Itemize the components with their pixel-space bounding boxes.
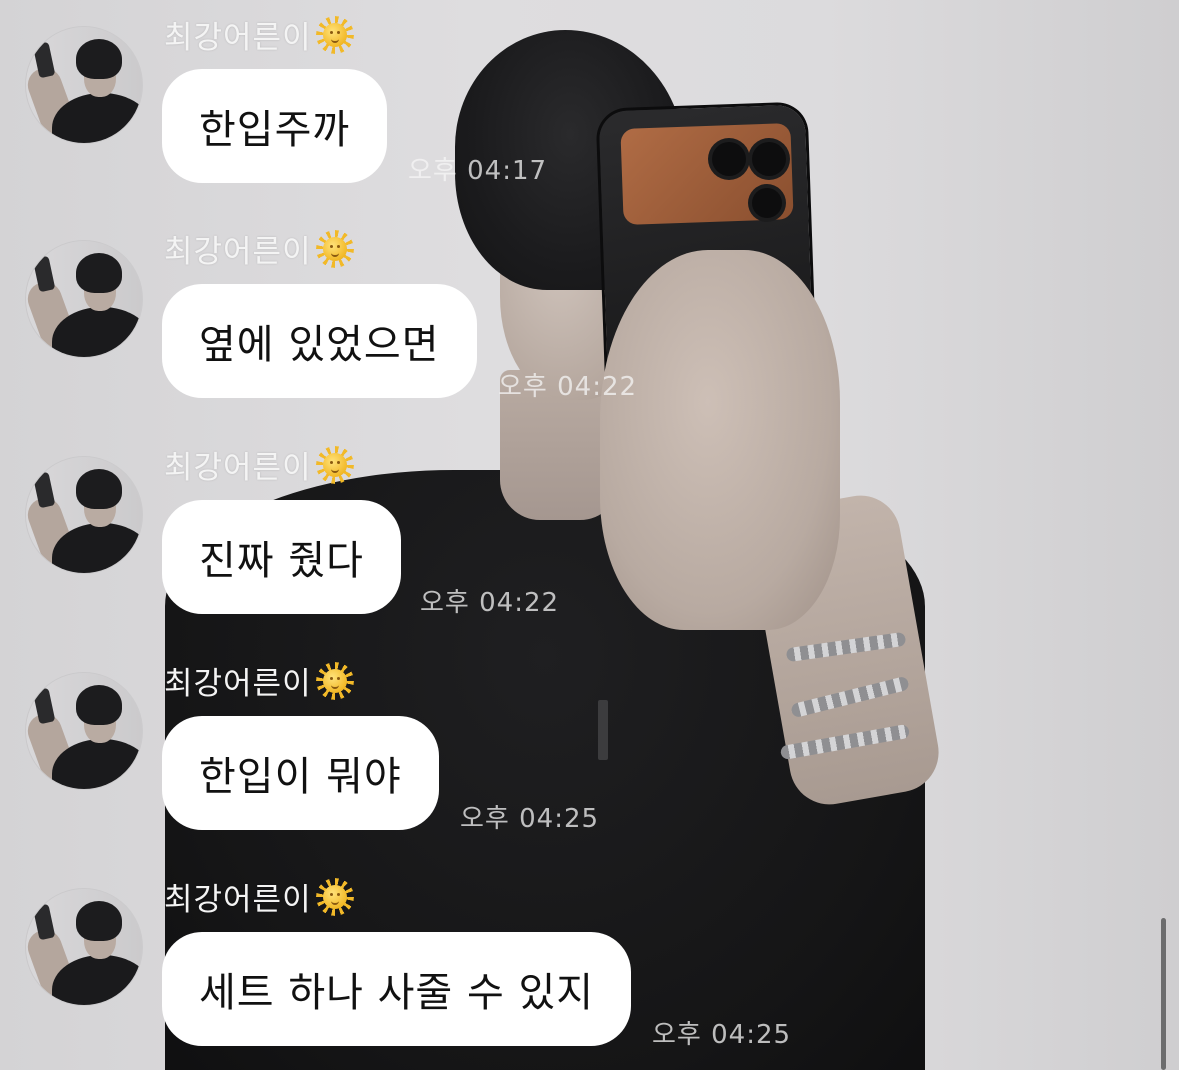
sender-name-text: 최강어른이 [164, 234, 312, 270]
message-timestamp: 오후 04:25 [460, 804, 600, 834]
sender-name: 최강어른이 [164, 226, 354, 271]
sun-with-face-icon [315, 15, 354, 54]
avatar[interactable] [26, 27, 142, 143]
avatar[interactable] [26, 241, 142, 357]
sender-name: 최강어른이 [164, 658, 354, 703]
sender-name: 최강어른이 [164, 12, 354, 57]
message-timestamp: 오후 04:25 [652, 1020, 792, 1050]
sender-name-text: 최강어른이 [164, 666, 312, 702]
sun-with-face-icon [315, 445, 354, 484]
message-timestamp: 오후 04:17 [408, 156, 548, 186]
message-bubble[interactable]: 한입주까 [162, 69, 388, 183]
message-bubble[interactable]: 세트 하나 사줄 수 있지 [162, 932, 632, 1046]
sun-with-face-icon [315, 877, 354, 916]
avatar[interactable] [26, 673, 142, 789]
chat-message-list[interactable]: 최강어른이 한입주까 오후 04:17 최강어른이 옆에 있었으면 오후 04:… [0, 0, 1179, 1070]
message-timestamp: 오후 04:22 [420, 588, 560, 618]
sender-name-text: 최강어른이 [164, 20, 312, 56]
scrollbar[interactable] [1161, 918, 1166, 1070]
sender-name-text: 최강어른이 [164, 882, 312, 918]
sun-with-face-icon [315, 229, 354, 268]
message-bubble[interactable]: 옆에 있었으면 [162, 284, 477, 398]
message-bubble[interactable]: 한입이 뭐야 [162, 716, 439, 830]
sender-name: 최강어른이 [164, 442, 354, 487]
sun-with-face-icon [315, 661, 354, 700]
message-bubble[interactable]: 진짜 줬다 [162, 500, 401, 614]
sender-name-text: 최강어른이 [164, 450, 312, 486]
avatar[interactable] [26, 889, 142, 1005]
sender-name: 최강어른이 [164, 874, 354, 919]
avatar[interactable] [26, 457, 142, 573]
message-timestamp: 오후 04:22 [498, 372, 638, 402]
